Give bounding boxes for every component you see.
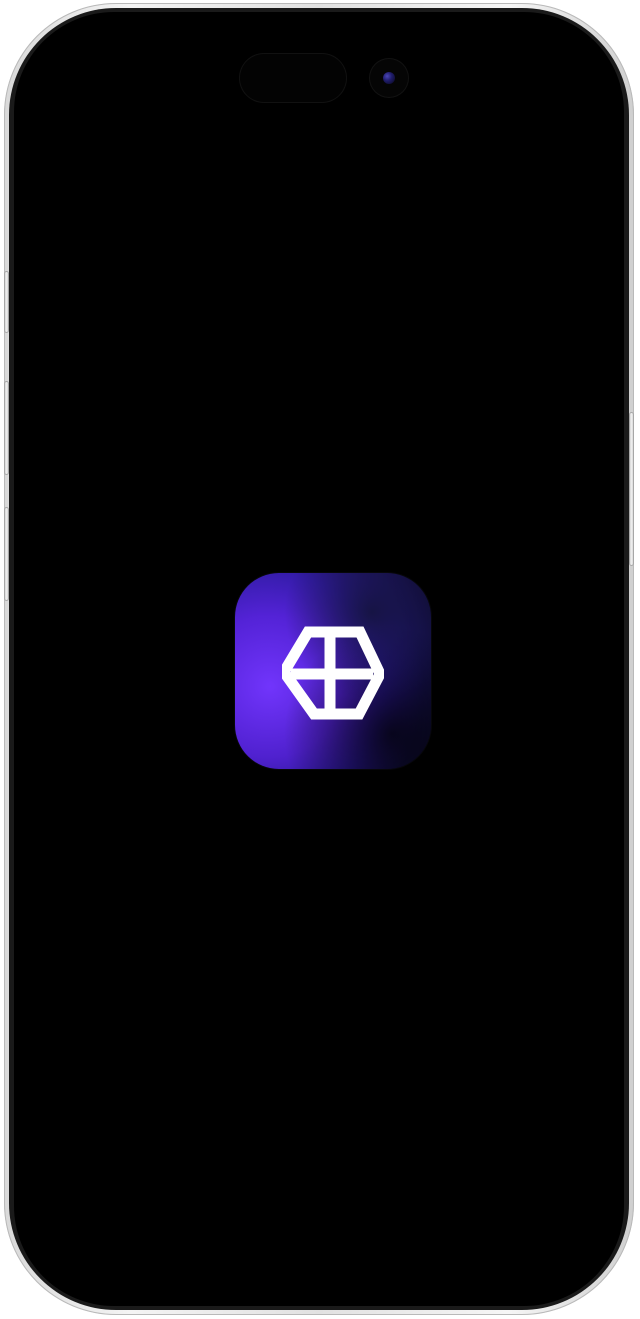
camera-lens-icon [383, 72, 395, 84]
power-button [629, 412, 634, 566]
phone-frame [4, 3, 634, 1315]
dynamic-island [240, 54, 346, 102]
splash-screen [14, 12, 624, 1306]
hexagon-grid-icon [282, 622, 384, 724]
front-camera [370, 59, 408, 97]
app-icon-tile [235, 573, 431, 769]
